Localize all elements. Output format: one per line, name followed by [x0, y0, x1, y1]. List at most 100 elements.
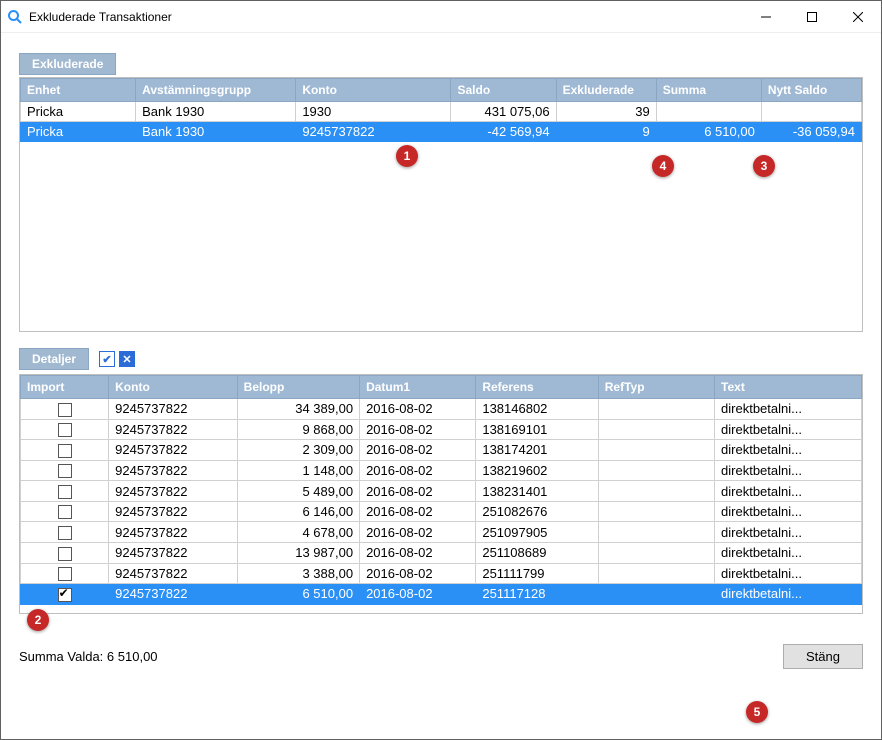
import-checkbox[interactable]: [58, 444, 72, 458]
details-cell: [21, 481, 109, 502]
details-cell: [21, 399, 109, 420]
summary-cell: 9: [556, 122, 656, 142]
details-cell: 251108689: [476, 542, 598, 563]
import-checkbox[interactable]: [58, 588, 72, 602]
details-cell: [21, 460, 109, 481]
details-cell: direktbetalni...: [715, 563, 862, 584]
details-cell: 251082676: [476, 501, 598, 522]
details-row[interactable]: 92457378229 868,002016-08-02138169101dir…: [21, 419, 862, 440]
details-cell: 2016-08-02: [360, 481, 476, 502]
import-checkbox[interactable]: [58, 423, 72, 437]
details-cell: 9245737822: [109, 419, 238, 440]
details-cell: [598, 460, 714, 481]
import-checkbox[interactable]: [58, 526, 72, 540]
maximize-button[interactable]: [789, 1, 835, 33]
summary-cell: Pricka: [21, 102, 136, 122]
uncheck-all-icon[interactable]: ✕: [119, 351, 135, 367]
details-cell: 2 309,00: [237, 440, 359, 461]
details-cell: 5 489,00: [237, 481, 359, 502]
details-row[interactable]: 92457378226 510,002016-08-02251117128dir…: [21, 584, 862, 605]
annotation-5: 5: [746, 701, 768, 723]
summary-cell: Bank 1930: [136, 122, 296, 142]
details-header[interactable]: Belopp: [237, 376, 359, 399]
summa-valda: Summa Valda: 6 510,00: [19, 649, 158, 664]
app-icon: [1, 9, 29, 25]
summary-cell: -36 059,94: [761, 122, 861, 142]
summary-cell: 39: [556, 102, 656, 122]
summary-header[interactable]: Summa: [656, 79, 761, 102]
details-row[interactable]: 92457378224 678,002016-08-02251097905dir…: [21, 522, 862, 543]
details-cell: 1 148,00: [237, 460, 359, 481]
details-header[interactable]: Datum1: [360, 376, 476, 399]
details-row[interactable]: 92457378226 146,002016-08-02251082676dir…: [21, 501, 862, 522]
close-button[interactable]: [835, 1, 881, 33]
details-cell: direktbetalni...: [715, 399, 862, 420]
summary-row[interactable]: PrickaBank 19301930431 075,0639: [21, 102, 862, 122]
annotation-1: 1: [396, 145, 418, 167]
details-header[interactable]: Konto: [109, 376, 238, 399]
annotation-4: 4: [652, 155, 674, 177]
minimize-button[interactable]: [743, 1, 789, 33]
check-all-icon[interactable]: ✔: [99, 351, 115, 367]
details-cell: 9245737822: [109, 563, 238, 584]
details-cell: direktbetalni...: [715, 460, 862, 481]
details-cell: 2016-08-02: [360, 584, 476, 605]
import-checkbox[interactable]: [58, 464, 72, 478]
annotation-2: 2: [27, 609, 49, 631]
summary-header[interactable]: Enhet: [21, 79, 136, 102]
details-cell: 138231401: [476, 481, 598, 502]
import-checkbox[interactable]: [58, 505, 72, 519]
details-cell: [598, 501, 714, 522]
window-title: Exkluderade Transaktioner: [29, 10, 743, 24]
import-checkbox[interactable]: [58, 567, 72, 581]
details-header[interactable]: RefTyp: [598, 376, 714, 399]
details-row[interactable]: 924573782213 987,002016-08-02251108689di…: [21, 542, 862, 563]
close-button-footer[interactable]: Stäng: [783, 644, 863, 669]
details-cell: [21, 522, 109, 543]
details-row[interactable]: 924573782234 389,002016-08-02138146802di…: [21, 399, 862, 420]
summary-grid[interactable]: EnhetAvstämningsgruppKontoSaldoExkludera…: [19, 77, 863, 332]
details-header[interactable]: Referens: [476, 376, 598, 399]
details-cell: 6 146,00: [237, 501, 359, 522]
tab-exkluderade[interactable]: Exkluderade: [19, 53, 116, 75]
details-cell: 2016-08-02: [360, 440, 476, 461]
details-cell: [21, 542, 109, 563]
import-checkbox[interactable]: [58, 485, 72, 499]
summary-header[interactable]: Konto: [296, 79, 451, 102]
details-cell: 9245737822: [109, 399, 238, 420]
details-cell: 34 389,00: [237, 399, 359, 420]
details-row[interactable]: 92457378225 489,002016-08-02138231401dir…: [21, 481, 862, 502]
summary-cell: [761, 102, 861, 122]
details-cell: direktbetalni...: [715, 440, 862, 461]
details-cell: 9245737822: [109, 440, 238, 461]
details-cell: 138146802: [476, 399, 598, 420]
details-cell: 2016-08-02: [360, 542, 476, 563]
details-cell: 2016-08-02: [360, 460, 476, 481]
details-cell: 2016-08-02: [360, 522, 476, 543]
details-cell: 9245737822: [109, 501, 238, 522]
import-checkbox[interactable]: [58, 403, 72, 417]
details-cell: 138169101: [476, 419, 598, 440]
details-row[interactable]: 92457378222 309,002016-08-02138174201dir…: [21, 440, 862, 461]
summary-header[interactable]: Nytt Saldo: [761, 79, 861, 102]
details-header[interactable]: Text: [715, 376, 862, 399]
summary-row[interactable]: PrickaBank 19309245737822-42 569,9496 51…: [21, 122, 862, 142]
summary-header[interactable]: Exkluderade: [556, 79, 656, 102]
details-row[interactable]: 92457378221 148,002016-08-02138219602dir…: [21, 460, 862, 481]
details-header[interactable]: Import: [21, 376, 109, 399]
details-cell: [598, 440, 714, 461]
import-checkbox[interactable]: [58, 547, 72, 561]
summary-cell: Bank 1930: [136, 102, 296, 122]
details-row[interactable]: 92457378223 388,002016-08-02251111799dir…: [21, 563, 862, 584]
details-cell: 2016-08-02: [360, 501, 476, 522]
details-cell: 9245737822: [109, 542, 238, 563]
details-cell: 6 510,00: [237, 584, 359, 605]
details-cell: 138219602: [476, 460, 598, 481]
summary-header[interactable]: Avstämningsgrupp: [136, 79, 296, 102]
tab-detaljer[interactable]: Detaljer: [19, 348, 89, 370]
content-area: Exkluderade EnhetAvstämningsgruppKontoSa…: [1, 33, 881, 739]
details-grid[interactable]: ImportKontoBeloppDatum1ReferensRefTypTex…: [19, 374, 863, 614]
details-cell: direktbetalni...: [715, 584, 862, 605]
summary-header[interactable]: Saldo: [451, 79, 556, 102]
details-cell: 3 388,00: [237, 563, 359, 584]
